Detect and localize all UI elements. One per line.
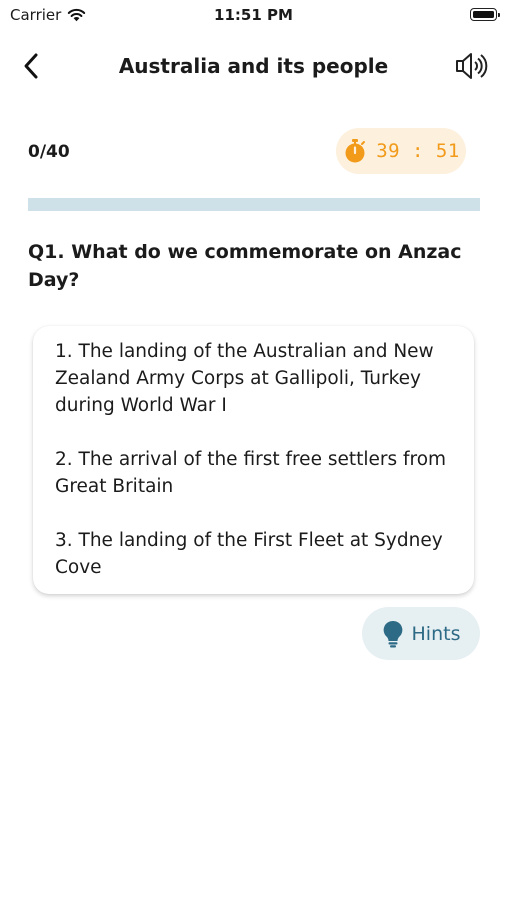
- page-title: Australia and its people: [118, 54, 389, 78]
- status-bar: Carrier 11:51 PM: [0, 0, 507, 30]
- chevron-left-icon: [24, 53, 38, 79]
- hints-label: Hints: [411, 622, 461, 645]
- answer-option-3[interactable]: 3. The landing of the First Fleet at Syd…: [55, 527, 452, 581]
- progress-bar: [28, 198, 480, 211]
- status-time: 11:51 PM: [214, 6, 293, 24]
- battery-icon: [470, 8, 500, 21]
- speaker-icon: [456, 53, 488, 79]
- answer-option-2[interactable]: 2. The arrival of the first free settler…: [55, 446, 452, 500]
- answer-option-1[interactable]: 1. The landing of the Australian and New…: [55, 338, 452, 419]
- back-button[interactable]: [16, 50, 48, 82]
- options-card: 1. The landing of the Australian and New…: [33, 326, 474, 594]
- timer-value: 39 : 51: [376, 140, 460, 162]
- lightbulb-icon: [383, 620, 402, 647]
- stopwatch-icon: [345, 139, 366, 163]
- speaker-button[interactable]: [453, 48, 489, 84]
- nav-bar: Australia and its people: [0, 40, 507, 92]
- timer-badge: 39 : 51: [336, 128, 466, 174]
- hints-button[interactable]: Hints: [362, 607, 480, 660]
- question-text: Q1. What do we commemorate on Anzac Day?: [28, 241, 462, 291]
- progress-count: 0/40: [28, 142, 70, 162]
